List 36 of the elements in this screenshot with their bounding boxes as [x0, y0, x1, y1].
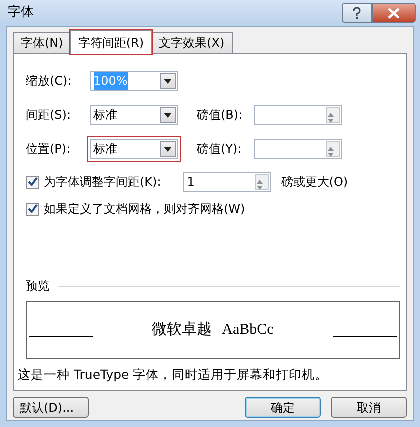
checkbox-label[interactable]: 为字体调整字间距(K):	[44, 173, 162, 191]
dropdown-arrow-icon	[164, 78, 172, 84]
spinner-arrows-icon	[256, 178, 264, 191]
close-icon	[388, 8, 400, 18]
spin-field[interactable]	[254, 105, 342, 125]
dropdown[interactable]: 标准	[90, 105, 178, 125]
help-icon	[352, 6, 362, 20]
preview-sample: AaBbCc	[222, 322, 274, 338]
tab[interactable]: 字体(N)	[13, 32, 72, 53]
cancel-button[interactable]: 取消	[331, 397, 407, 418]
close-button[interactable]	[372, 3, 416, 23]
field-label: 磅或更大(O)	[281, 174, 348, 191]
font-description: 这是一种 TrueType 字体，同时适用于屏幕和打印机。	[18, 366, 330, 384]
spinner-arrows-icon	[327, 112, 335, 124]
ok-button[interactable]: 确定	[245, 397, 321, 418]
default-button[interactable]: 默认(D)...	[13, 397, 89, 418]
preview-sample: 微软卓越	[152, 320, 212, 338]
spinner-arrows-icon	[327, 146, 335, 158]
spin-field[interactable]: 1	[183, 172, 272, 192]
spin-field[interactable]	[254, 139, 342, 159]
tab[interactable]: 文字效果(X)	[151, 32, 233, 53]
field-label: 位置(P):	[26, 141, 72, 158]
help-button[interactable]	[342, 3, 372, 23]
checkbox[interactable]	[26, 176, 39, 188]
field-label: 缩放(C):	[26, 73, 73, 90]
field-label: 磅值(B):	[197, 107, 244, 124]
dropdown-arrow-icon	[164, 146, 172, 152]
dropdown[interactable]: 标准	[90, 139, 178, 159]
field-label: 磅值(Y):	[197, 141, 243, 158]
field-label: 间距(S):	[26, 107, 72, 124]
tab[interactable]: 字符间距(R)	[70, 30, 152, 54]
window-title: 字体	[8, 4, 35, 22]
preview-heading: 预览	[26, 278, 50, 295]
checkbox-label[interactable]: 如果定义了文档网格，则对齐网格(W)	[44, 200, 246, 218]
checkbox[interactable]	[26, 202, 39, 216]
dropdown-arrow-icon	[164, 112, 172, 118]
